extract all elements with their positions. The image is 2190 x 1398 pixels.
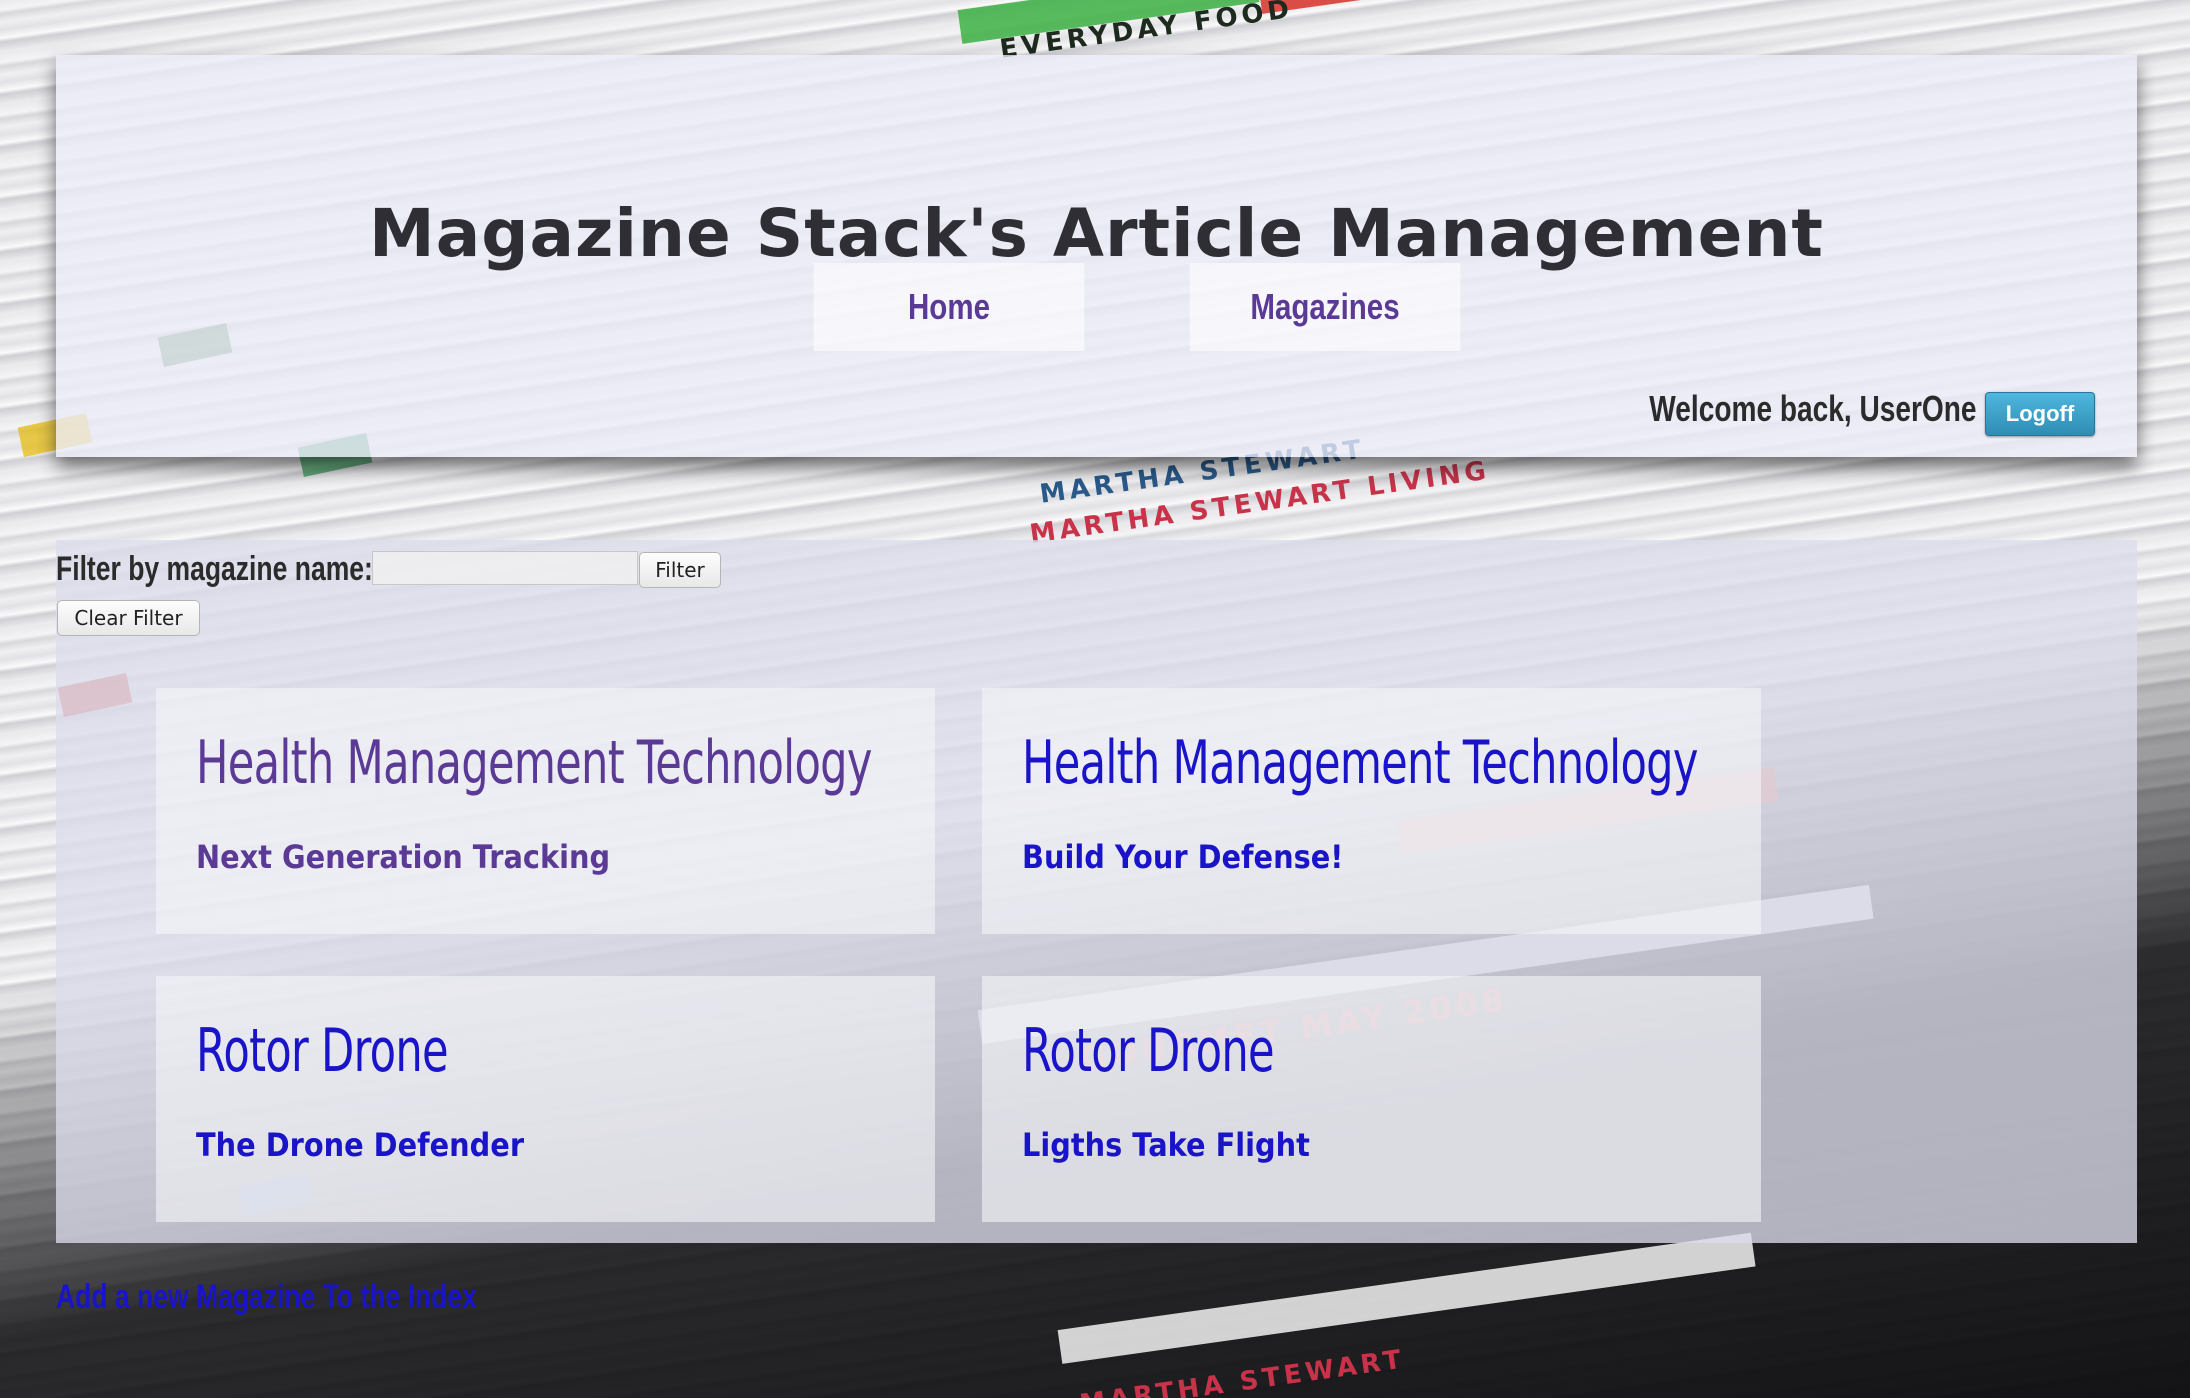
article-card: Health Management Technology Next Genera… bbox=[156, 688, 935, 934]
main-panel: Filter by magazine name: Filter Clear Fi… bbox=[56, 540, 2137, 1243]
clear-filter-button[interactable]: Clear Filter bbox=[57, 600, 200, 636]
magazine-link[interactable]: Rotor Drone bbox=[1022, 1016, 1275, 1086]
page-title: Magazine Stack's Article Management bbox=[369, 195, 1824, 272]
article-link[interactable]: Build Your Defense! bbox=[1022, 838, 1343, 876]
bg-strip bbox=[1257, 0, 1560, 14]
add-magazine-link[interactable]: Add a new Magazine To the Index bbox=[56, 1278, 477, 1317]
header-panel: Magazine Stack's Article Management Home… bbox=[56, 55, 2137, 457]
filter-input[interactable] bbox=[372, 551, 638, 585]
nav-home-button[interactable]: Home bbox=[813, 263, 1085, 351]
article-link[interactable]: Ligths Take Flight bbox=[1022, 1126, 1310, 1164]
magazine-link[interactable]: Health Management Technology bbox=[1022, 728, 1698, 798]
article-card: Health Management Technology Build Your … bbox=[982, 688, 1761, 934]
magazine-link[interactable]: Health Management Technology bbox=[196, 728, 872, 798]
filter-label: Filter by magazine name: bbox=[56, 550, 373, 588]
filter-button[interactable]: Filter bbox=[639, 552, 721, 588]
article-card: Rotor Drone The Drone Defender bbox=[156, 976, 935, 1222]
welcome-text: Welcome back, UserOne bbox=[1649, 388, 1977, 429]
bg-strip bbox=[1057, 1232, 1756, 1364]
nav-magazines-button[interactable]: Magazines bbox=[1189, 263, 1461, 351]
article-card: Rotor Drone Ligths Take Flight bbox=[982, 976, 1761, 1222]
magazine-link[interactable]: Rotor Drone bbox=[196, 1016, 449, 1086]
article-link[interactable]: The Drone Defender bbox=[196, 1126, 524, 1164]
article-link[interactable]: Next Generation Tracking bbox=[196, 838, 610, 876]
logoff-button[interactable]: Logoff bbox=[1985, 392, 2095, 436]
